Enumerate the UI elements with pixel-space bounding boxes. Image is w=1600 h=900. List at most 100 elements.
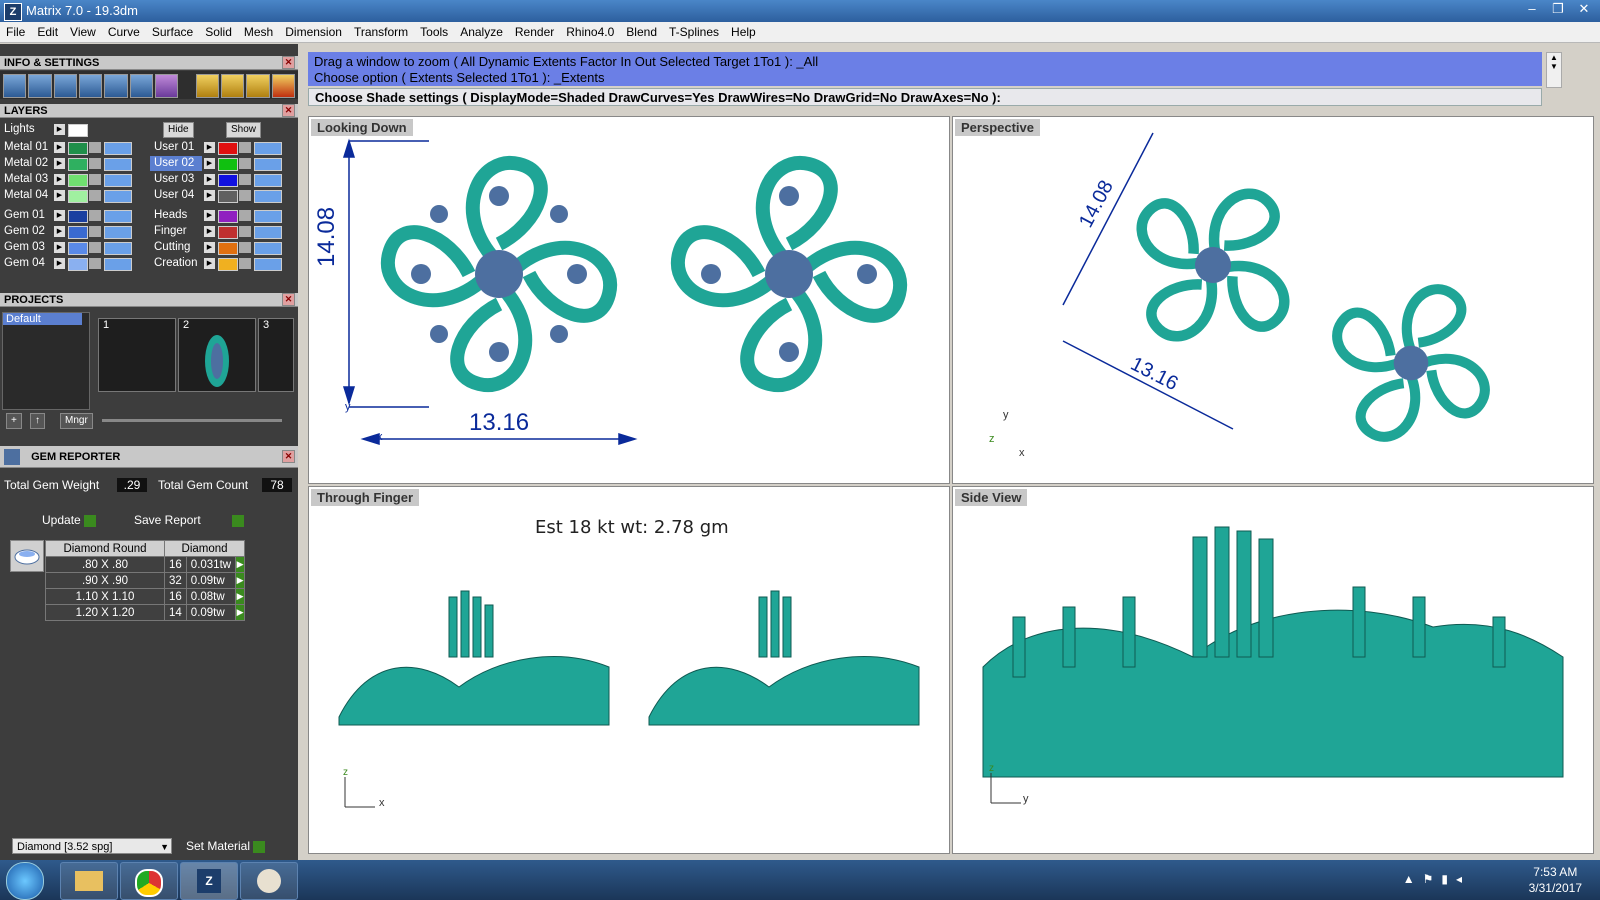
menu-tools[interactable]: Tools [414,22,454,40]
command-scrollbar[interactable]: ▲ ▼ [1546,52,1562,88]
close-icon[interactable]: ✕ [282,56,295,69]
clock[interactable]: 7:53 AM 3/31/2017 [1529,864,1582,896]
visibility-toggle[interactable] [104,226,132,239]
layer-color-swatch[interactable] [218,158,238,171]
table-row[interactable]: .90 X .90 32 0.09tw ▶ [45,572,246,589]
expand-arrow-icon[interactable]: ▶ [204,242,215,253]
menu-mesh[interactable]: Mesh [238,22,279,40]
layer-row-selected[interactable]: User 02 ▶ [150,156,290,171]
expand-arrow-icon[interactable]: ▶ [54,242,65,253]
layer-row[interactable]: User 01 ▶ [150,140,290,155]
layer-row[interactable]: Creation ▶ [150,256,290,271]
go-icon[interactable]: ▶ [235,588,246,605]
visibility-toggle[interactable] [254,226,282,239]
layer-row[interactable]: Gem 04 ▶ [0,256,140,271]
wand-icon[interactable] [195,74,220,98]
menu-edit[interactable]: Edit [31,22,64,40]
settings-icon[interactable] [3,74,27,98]
expand-arrow-icon[interactable]: ▶ [204,210,215,221]
menu-dimension[interactable]: Dimension [279,22,348,40]
layer-color-swatch[interactable] [218,142,238,155]
lock-icon[interactable] [239,190,251,201]
expand-arrow-icon[interactable]: ▶ [54,174,65,185]
expand-arrow-icon[interactable]: ▶ [54,210,65,221]
show-button[interactable]: Show [226,122,262,138]
visibility-toggle[interactable] [104,210,132,223]
frame-alt-icon[interactable] [246,74,270,98]
menu-curve[interactable]: Curve [102,22,146,40]
layer-color-swatch[interactable] [218,190,238,203]
layer-color-swatch[interactable] [218,226,238,239]
lock-icon[interactable] [89,226,101,237]
frame-icon[interactable] [221,74,245,98]
manager-button[interactable]: Mngr [60,413,93,429]
menu-view[interactable]: View [64,22,102,40]
layer-row[interactable]: Gem 03 ▶ [0,240,140,255]
layer-row[interactable]: Gem 01 ▶ [0,208,140,223]
table-row[interactable]: 1.20 X 1.20 14 0.09tw ▶ [45,604,246,621]
visibility-toggle[interactable] [104,190,132,203]
up-arrow-icon[interactable]: ↑ [30,413,45,429]
paint-icon[interactable] [240,862,298,900]
delete-icon[interactable] [271,74,295,98]
lock-icon[interactable] [89,190,101,201]
expand-arrow-icon[interactable]: ▶ [54,226,65,237]
project-thumb-2[interactable]: 2 [178,318,256,392]
material-select[interactable]: Diamond [3.52 spg] ▼ [12,838,172,854]
layer-color-swatch[interactable] [218,174,238,187]
table-row[interactable]: 1.10 X 1.10 16 0.08tw ▶ [45,588,246,605]
expand-arrow-icon[interactable]: ▶ [54,142,65,153]
viewport-perspective[interactable]: Perspective 14.08 13.16 y z x [952,116,1594,484]
layer-color-swatch[interactable] [68,242,88,255]
visibility-toggle[interactable] [254,142,282,155]
layer-row[interactable]: Metal 01 ▶ [0,140,140,155]
lock-icon[interactable] [239,258,251,269]
layer-color-swatch[interactable] [68,210,88,223]
chrome-icon[interactable] [120,862,178,900]
go-icon[interactable]: ▶ [235,556,246,573]
set-material-button[interactable]: Set Material [186,839,266,853]
viewport-through-finger[interactable]: Through Finger Est 18 kt wt: 2.78 gm z x [308,486,950,854]
layer-color-swatch[interactable] [68,258,88,271]
table-row[interactable]: .80 X .80 16 0.031tw ▶ [45,556,246,573]
start-orb-icon[interactable] [6,862,44,900]
lock-icon[interactable] [239,158,251,169]
visibility-toggle[interactable] [254,210,282,223]
hide-button[interactable]: Hide [163,122,194,138]
lock-icon[interactable] [89,174,101,185]
layers-icon[interactable] [78,74,103,98]
lock-icon[interactable] [239,242,251,253]
document-icon[interactable] [104,74,128,98]
visibility-toggle[interactable] [254,242,282,255]
menu-tsplines[interactable]: T-Splines [663,22,725,40]
visibility-toggle[interactable] [104,158,132,171]
visibility-toggle[interactable] [254,158,282,171]
layer-row[interactable]: Cutting ▶ [150,240,290,255]
menu-surface[interactable]: Surface [146,22,199,40]
layer-color-swatch[interactable] [218,242,238,255]
layer-row[interactable]: Metal 04 ▶ [0,188,140,203]
project-thumb-1[interactable]: 1 [98,318,176,392]
layer-row[interactable]: Metal 03 ▶ [0,172,140,187]
expand-arrow-icon[interactable]: ▶ [204,174,215,185]
search-icon[interactable] [28,74,52,98]
lock-icon[interactable] [89,158,101,169]
visibility-toggle[interactable] [104,174,132,187]
layer-row[interactable]: User 04 ▶ [150,188,290,203]
visibility-toggle[interactable] [104,142,132,155]
restore-button[interactable]: ❐ [1546,0,1570,18]
layer-color-swatch[interactable] [68,226,88,239]
layer-color-swatch[interactable] [68,174,88,187]
lock-icon[interactable] [239,142,251,153]
box-icon[interactable] [154,74,179,98]
save-report-button[interactable]: Save Report [134,513,245,527]
visibility-toggle[interactable] [254,258,282,271]
menu-file[interactable]: File [0,22,31,40]
lock-icon[interactable] [239,226,251,237]
menu-render[interactable]: Render [509,22,560,40]
close-icon[interactable]: ✕ [282,104,295,117]
lock-icon[interactable] [89,258,101,269]
menu-transform[interactable]: Transform [348,22,414,40]
lock-icon[interactable] [239,174,251,185]
viewport-side-view[interactable]: Side View z y [952,486,1594,854]
